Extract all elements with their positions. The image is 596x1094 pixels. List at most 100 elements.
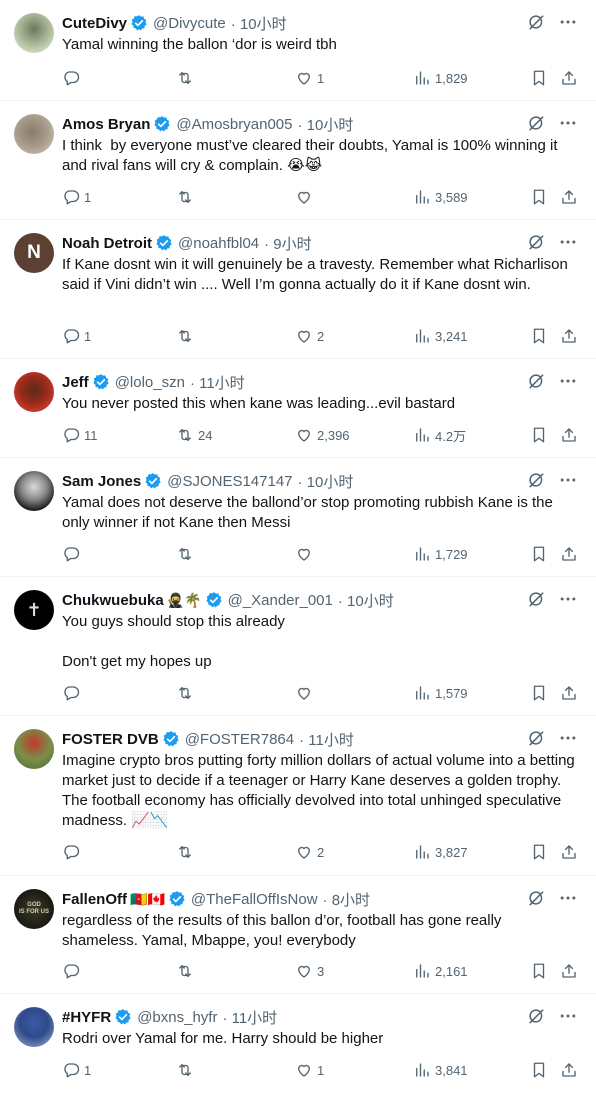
tweet[interactable]: Sam Jones @SJONES147147 · 10小时 Yamal does … xyxy=(0,458,596,577)
like-button[interactable] xyxy=(295,682,317,704)
tweet[interactable]: ✝ Chukwuebuka 🥷🌴 @_Xander_001 · 10小时 You gu… xyxy=(0,577,596,716)
timestamp[interactable]: · 10小时 xyxy=(231,13,287,34)
author-handle[interactable]: @Divycute xyxy=(153,15,226,32)
reply-button[interactable] xyxy=(62,841,84,863)
like-button[interactable]: 1 xyxy=(295,67,324,89)
more-options-icon[interactable] xyxy=(558,113,578,133)
author-name[interactable]: Amos Bryan xyxy=(62,116,150,133)
views-button[interactable]: 3,241 xyxy=(413,325,468,347)
more-options-icon[interactable] xyxy=(558,371,578,391)
avatar[interactable] xyxy=(14,471,54,511)
reply-button[interactable]: 1 xyxy=(62,186,91,208)
reply-button[interactable] xyxy=(62,67,84,89)
author-name[interactable]: FOSTER DVB xyxy=(62,731,159,748)
more-options-icon[interactable] xyxy=(558,1006,578,1026)
bookmark-button[interactable] xyxy=(530,186,548,208)
share-button[interactable] xyxy=(560,67,578,89)
avatar[interactable] xyxy=(14,13,54,53)
reply-button[interactable]: 1 xyxy=(62,325,91,347)
timestamp[interactable]: · 11小时 xyxy=(299,729,354,750)
grok-icon[interactable] xyxy=(526,589,546,609)
like-button[interactable]: 2 xyxy=(295,325,324,347)
more-options-icon[interactable] xyxy=(558,888,578,908)
retweet-button[interactable] xyxy=(176,67,198,89)
like-button[interactable]: 2 xyxy=(295,841,324,863)
author-handle[interactable]: @_Xander_001 xyxy=(228,592,333,609)
retweet-button[interactable] xyxy=(176,325,198,347)
bookmark-button[interactable] xyxy=(530,682,548,704)
retweet-button[interactable] xyxy=(176,1059,198,1081)
author-name[interactable]: CuteDivy xyxy=(62,15,127,32)
bookmark-button[interactable] xyxy=(530,67,548,89)
bookmark-button[interactable] xyxy=(530,543,548,565)
tweet[interactable]: N Noah Detroit @noahfbl04 · 9小时 If Kane do… xyxy=(0,220,596,359)
tweet[interactable]: CuteDivy @Divycute · 10小时 Yamal winning th… xyxy=(0,0,596,101)
timestamp[interactable]: · 10小时 xyxy=(338,590,394,611)
share-button[interactable] xyxy=(560,841,578,863)
grok-icon[interactable] xyxy=(526,113,546,133)
author-name[interactable]: Sam Jones xyxy=(62,473,141,490)
reply-button[interactable] xyxy=(62,682,84,704)
grok-icon[interactable] xyxy=(526,470,546,490)
retweet-button[interactable] xyxy=(176,543,198,565)
more-options-icon[interactable] xyxy=(558,728,578,748)
views-button[interactable]: 1,829 xyxy=(413,67,468,89)
grok-icon[interactable] xyxy=(526,1006,546,1026)
avatar[interactable] xyxy=(14,729,54,769)
author-name[interactable]: Chukwuebuka xyxy=(62,592,164,609)
bookmark-button[interactable] xyxy=(530,960,548,982)
grok-icon[interactable] xyxy=(526,371,546,391)
share-button[interactable] xyxy=(560,325,578,347)
retweet-button[interactable] xyxy=(176,682,198,704)
timestamp[interactable]: · 11小时 xyxy=(222,1007,277,1028)
reply-button[interactable] xyxy=(62,960,84,982)
reply-button[interactable] xyxy=(62,543,84,565)
tweet[interactable]: GOD IS FOR US FallenOff 🇨🇲🇨🇦 @TheFallOffIsN… xyxy=(0,876,596,994)
timestamp[interactable]: · 8小时 xyxy=(323,889,371,910)
more-options-icon[interactable] xyxy=(558,12,578,32)
more-options-icon[interactable] xyxy=(558,470,578,490)
views-button[interactable]: 1,729 xyxy=(413,543,468,565)
more-options-icon[interactable] xyxy=(558,232,578,252)
avatar[interactable]: GOD IS FOR US xyxy=(14,889,54,929)
tweet[interactable]: #HYFR @bxns_hyfr · 11小时 Rodri over Yamal f… xyxy=(0,994,596,1094)
author-handle[interactable]: @TheFallOffIsNow xyxy=(191,891,318,908)
grok-icon[interactable] xyxy=(526,12,546,32)
author-handle[interactable]: @noahfbl04 xyxy=(178,235,259,252)
bookmark-button[interactable] xyxy=(530,841,548,863)
author-handle[interactable]: @SJONES147147 xyxy=(167,473,292,490)
share-button[interactable] xyxy=(560,424,578,446)
author-handle[interactable]: @Amosbryan005 xyxy=(176,116,292,133)
tweet[interactable]: Jeff @lolo_szn · 11小时 You never posted thi… xyxy=(0,359,596,458)
share-button[interactable] xyxy=(560,186,578,208)
bookmark-button[interactable] xyxy=(530,325,548,347)
bookmark-button[interactable] xyxy=(530,424,548,446)
avatar[interactable] xyxy=(14,114,54,154)
author-name[interactable]: Jeff xyxy=(62,374,89,391)
views-button[interactable]: 4.2万 xyxy=(413,424,466,446)
views-button[interactable]: 3,827 xyxy=(413,841,468,863)
avatar[interactable]: ✝ xyxy=(14,590,54,630)
timestamp[interactable]: · 10小时 xyxy=(298,471,354,492)
like-button[interactable]: 1 xyxy=(295,1059,324,1081)
timestamp[interactable]: · 9小时 xyxy=(264,233,312,254)
like-button[interactable]: 2,396 xyxy=(295,424,350,446)
avatar[interactable] xyxy=(14,1007,54,1047)
views-button[interactable]: 3,589 xyxy=(413,186,468,208)
tweet[interactable]: Amos Bryan @Amosbryan005 · 10小时 I think by… xyxy=(0,101,596,220)
retweet-button[interactable] xyxy=(176,186,198,208)
timestamp[interactable]: · 11小时 xyxy=(190,372,245,393)
more-options-icon[interactable] xyxy=(558,589,578,609)
retweet-button[interactable] xyxy=(176,841,198,863)
author-name[interactable]: #HYFR xyxy=(62,1009,111,1026)
like-button[interactable]: 3 xyxy=(295,960,324,982)
share-button[interactable] xyxy=(560,1059,578,1081)
grok-icon[interactable] xyxy=(526,888,546,908)
like-button[interactable] xyxy=(295,543,317,565)
author-name[interactable]: Noah Detroit xyxy=(62,235,152,252)
like-button[interactable] xyxy=(295,186,317,208)
timestamp[interactable]: · 10小时 xyxy=(297,114,353,135)
author-handle[interactable]: @lolo_szn xyxy=(115,374,185,391)
avatar[interactable] xyxy=(14,372,54,412)
author-name[interactable]: FallenOff xyxy=(62,891,127,908)
